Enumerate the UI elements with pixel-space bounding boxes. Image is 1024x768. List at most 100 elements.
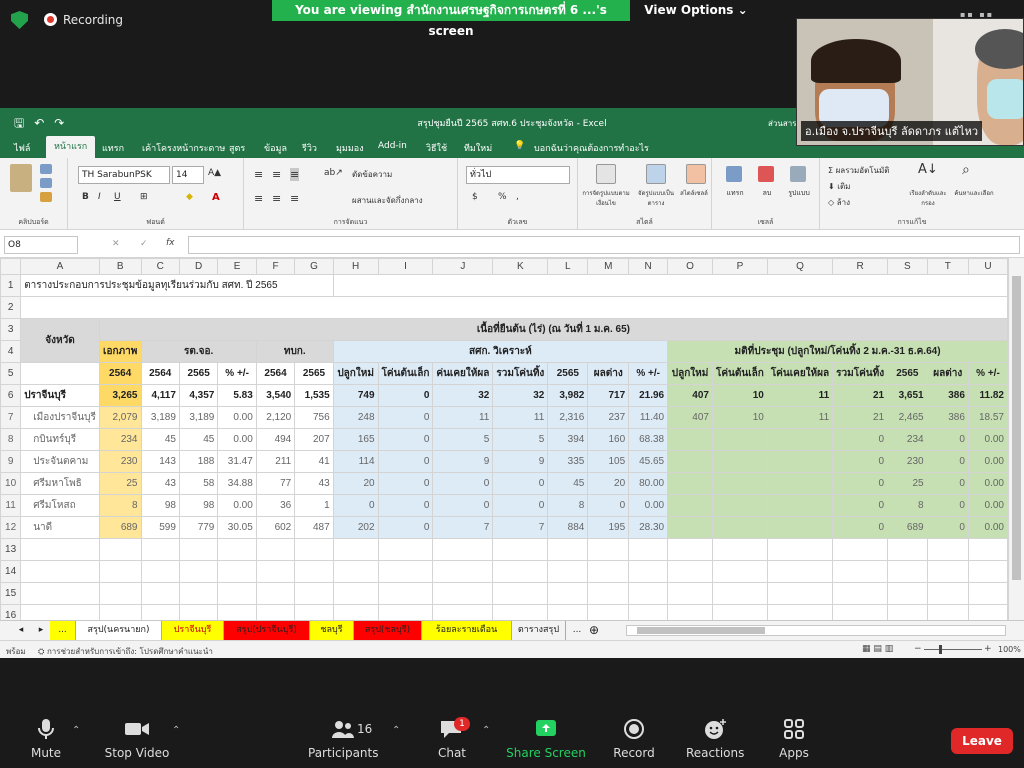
cell[interactable] <box>711 494 768 517</box>
cell[interactable]: 0.00 <box>967 428 1008 451</box>
view-mode-icons[interactable]: ▦ ▤ ▥ <box>862 644 893 654</box>
header-cell[interactable]: ผลต่าง <box>587 362 630 385</box>
cell[interactable] <box>628 582 669 605</box>
cell[interactable]: 0 <box>377 494 434 517</box>
font-name-box[interactable]: TH SarabunPSK <box>78 166 170 184</box>
cell[interactable]: 386 <box>926 406 969 429</box>
cell[interactable] <box>887 560 928 583</box>
cell[interactable]: 0 <box>377 406 434 429</box>
cell[interactable] <box>377 538 434 561</box>
district-cell[interactable]: ศรีมหาโพธิ <box>20 472 100 495</box>
cell[interactable] <box>667 450 713 473</box>
cell[interactable]: 230 <box>887 450 928 473</box>
header-cell[interactable]: % +/- <box>217 362 257 385</box>
cell[interactable]: 45 <box>140 428 180 451</box>
row-header[interactable]: 12 <box>0 516 22 539</box>
cell[interactable] <box>926 582 969 605</box>
cell[interactable] <box>217 604 257 620</box>
cell[interactable]: 394 <box>547 428 589 451</box>
delete-cells-icon[interactable] <box>758 166 774 182</box>
find-select-icon[interactable]: ⌕ <box>962 162 970 178</box>
cell[interactable] <box>98 560 142 583</box>
chat-options-caret[interactable]: ⌃ <box>482 725 490 736</box>
cancel-icon[interactable]: ✕ <box>112 239 120 249</box>
cell[interactable]: 165 <box>332 428 379 451</box>
align-center-icon[interactable]: ≡ <box>272 192 281 205</box>
cell[interactable] <box>766 604 834 620</box>
cell[interactable]: 0 <box>492 494 549 517</box>
cell[interactable]: 9 <box>432 450 494 473</box>
cell[interactable]: 0.00 <box>217 428 257 451</box>
underline-icon[interactable]: U <box>114 192 121 202</box>
cell[interactable]: 407 <box>667 384 713 407</box>
header-cell[interactable]: 2565 <box>887 362 928 385</box>
cell[interactable] <box>587 538 630 561</box>
column-header[interactable]: I <box>377 258 434 275</box>
header-cell[interactable]: ปลูกใหม่ <box>667 362 713 385</box>
cell[interactable] <box>217 560 257 583</box>
cell[interactable] <box>217 582 257 605</box>
cell[interactable]: 4,357 <box>178 384 219 407</box>
cell[interactable]: 0.00 <box>967 472 1008 495</box>
cell[interactable] <box>20 604 100 620</box>
cell[interactable] <box>587 560 630 583</box>
cell[interactable]: 0 <box>377 428 434 451</box>
cell[interactable] <box>711 604 768 620</box>
autosum-button[interactable]: Σ ผลรวมอัตโนมัติ <box>828 164 890 177</box>
number-format-box[interactable]: ทั่วไป <box>466 166 570 184</box>
group-header[interactable]: สศก. วิเคราะห์ <box>332 340 669 363</box>
row-header[interactable]: 2 <box>0 296 22 319</box>
fx-button[interactable]: fx <box>166 238 175 248</box>
cell-styles-icon[interactable] <box>686 164 706 184</box>
insert-cells-button[interactable]: แทรก <box>720 188 750 199</box>
cell[interactable] <box>667 560 713 583</box>
cell[interactable]: 494 <box>255 428 296 451</box>
row-header[interactable]: 15 <box>0 582 22 605</box>
tab-next-icon[interactable]: ▸ <box>34 621 48 640</box>
sheet-title-cell[interactable]: ตารางประกอบการประชุมข้อมูลทุเรียนร่วมกับ… <box>20 274 334 297</box>
district-cell[interactable]: กบินทร์บุรี <box>20 428 100 451</box>
cell[interactable]: 230 <box>98 450 142 473</box>
sheet-tab[interactable]: สรุป(นครนายก) <box>76 621 162 640</box>
cell[interactable]: 0 <box>377 516 434 539</box>
cell[interactable]: 11.40 <box>628 406 669 429</box>
cell[interactable] <box>667 428 713 451</box>
row-header[interactable]: 3 <box>0 318 22 341</box>
cell[interactable] <box>926 560 969 583</box>
cell[interactable] <box>492 604 549 620</box>
insert-cells-icon[interactable] <box>726 166 742 182</box>
header-cell[interactable]: โค่นเคยให้ผล <box>766 362 834 385</box>
group-header[interactable]: รต.จอ. <box>140 340 257 363</box>
cell[interactable] <box>255 560 296 583</box>
h-scroll-thumb[interactable] <box>637 627 765 634</box>
sheet-tab[interactable]: ตารางสรุป <box>512 621 566 640</box>
cell[interactable]: 0.00 <box>967 494 1008 517</box>
cell[interactable] <box>255 604 296 620</box>
cell[interactable]: 5 <box>492 428 549 451</box>
cell[interactable] <box>332 582 379 605</box>
cell[interactable] <box>20 560 100 583</box>
tab-page-layout[interactable]: เค้าโครงหน้ากระดาษ <box>142 141 225 155</box>
cell[interactable] <box>492 560 549 583</box>
format-cells-button[interactable]: รูปแบบ <box>784 188 814 199</box>
tab-insert[interactable]: แทรก <box>102 141 124 155</box>
tell-me-search[interactable]: บอกฉันว่าคุณต้องการทำอะไร <box>534 141 649 155</box>
header-cell[interactable]: ผลต่าง <box>926 362 969 385</box>
cell[interactable]: 234 <box>887 428 928 451</box>
lightbulb-icon[interactable]: 💡 <box>514 141 525 151</box>
cell[interactable] <box>766 560 834 583</box>
cell[interactable] <box>255 582 296 605</box>
header-cell[interactable]: โค่นต้นเล็ก <box>377 362 434 385</box>
comma-icon[interactable]: , <box>516 192 519 202</box>
share-screen-button[interactable]: Share Screen <box>506 718 586 760</box>
orientation-icon[interactable]: ab↗ <box>324 168 343 178</box>
cell[interactable] <box>766 538 834 561</box>
header-cell[interactable]: 2565 <box>178 362 219 385</box>
format-table-icon[interactable] <box>646 164 666 184</box>
cell[interactable]: 0.00 <box>217 494 257 517</box>
cell[interactable] <box>547 582 589 605</box>
cell[interactable]: 11 <box>432 406 494 429</box>
cell[interactable]: 188 <box>178 450 219 473</box>
cell[interactable]: 25 <box>98 472 142 495</box>
header-cell[interactable]: % +/- <box>967 362 1008 385</box>
